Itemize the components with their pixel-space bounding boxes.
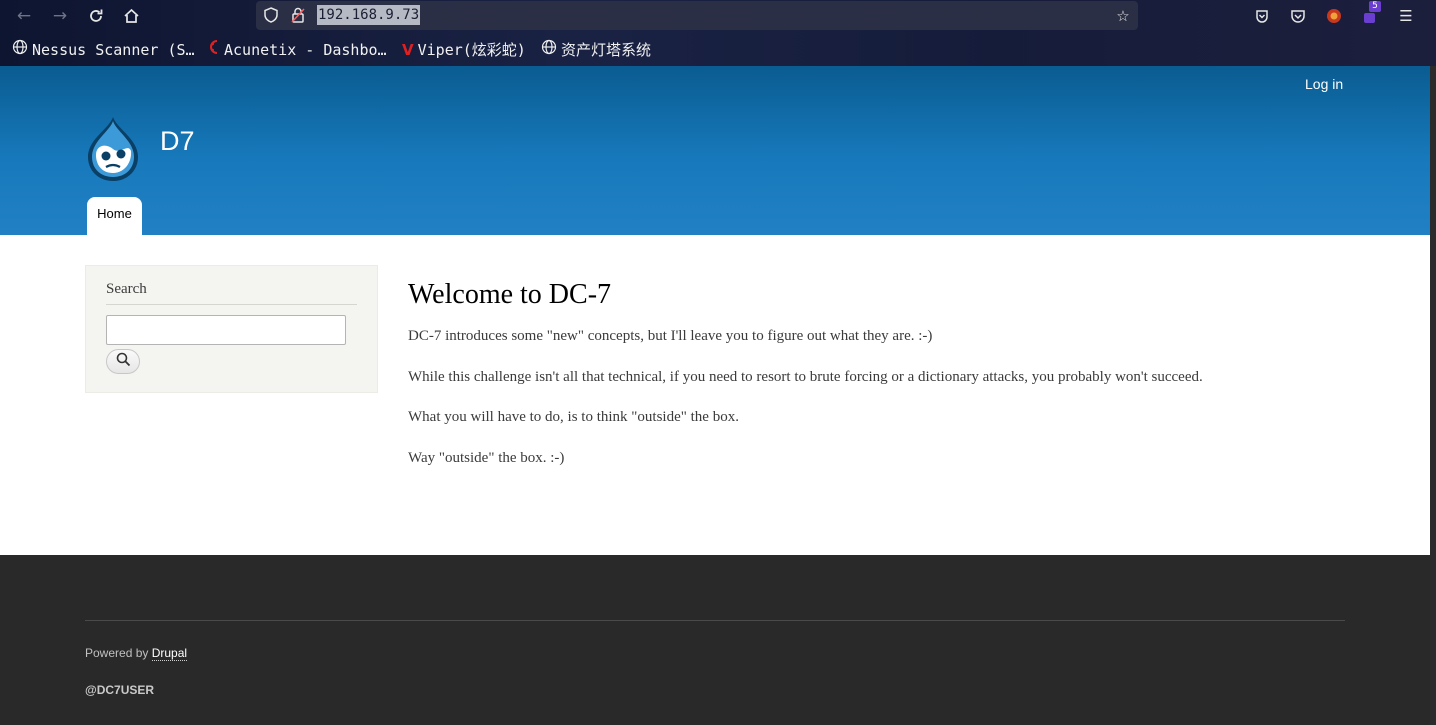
scrollbar[interactable]	[1430, 66, 1436, 725]
menu-icon[interactable]: ☰	[1394, 4, 1418, 28]
save-to-pocket-list-icon[interactable]	[1250, 4, 1274, 28]
site-name[interactable]: D7	[160, 126, 195, 157]
acunetix-icon	[206, 39, 220, 61]
insecure-lock-icon[interactable]	[291, 7, 305, 27]
globe-icon	[12, 39, 28, 61]
globe-icon	[541, 39, 557, 61]
bookmark-label: Viper(炫彩蛇)	[417, 41, 526, 59]
bookmark-asset-tower[interactable]: 资产灯塔系统	[541, 39, 651, 61]
bookmark-label: Acunetix - Dashbo…	[224, 41, 387, 59]
page-title: Welcome to DC-7	[408, 279, 612, 310]
powered-by-text: Powered by	[85, 646, 152, 660]
search-button[interactable]	[106, 349, 140, 374]
site-header	[0, 66, 1430, 235]
footer-user-text: @DC7USER	[85, 683, 155, 697]
body-paragraph: Way "outside" the box. :-)	[408, 450, 565, 466]
site-footer	[0, 555, 1430, 725]
bookmark-acunetix[interactable]: Acunetix - Dashbo…	[206, 39, 387, 61]
url-text[interactable]: 192.168.9.73	[317, 5, 421, 25]
shield-icon[interactable]	[263, 7, 279, 27]
bookmark-viper[interactable]: V Viper(炫彩蛇)	[402, 39, 526, 61]
drupal-logo-icon[interactable]	[84, 115, 142, 183]
body-paragraph: While this challenge isn't all that tech…	[408, 369, 1203, 385]
divider	[106, 304, 357, 305]
powered-by: Powered by Drupal	[85, 646, 188, 661]
login-link[interactable]: Log in	[1305, 76, 1343, 92]
search-block-title: Search	[106, 281, 147, 297]
drupal-link[interactable]: Drupal	[151, 646, 188, 661]
home-icon[interactable]	[119, 4, 143, 28]
extension-badge: 5	[1369, 1, 1381, 12]
reload-icon[interactable]	[84, 4, 108, 28]
tab-home[interactable]: Home	[87, 197, 142, 235]
bookmark-star-icon[interactable]: ☆	[1111, 4, 1135, 28]
hackbar-extension-icon[interactable]	[1322, 4, 1346, 28]
forward-icon[interactable]: →	[48, 4, 72, 28]
bookmark-label: Nessus Scanner (S…	[32, 41, 195, 59]
footer-divider	[85, 620, 1345, 621]
search-input[interactable]	[106, 315, 346, 345]
back-icon[interactable]: ←	[12, 4, 36, 28]
body-paragraph: DC-7 introduces some "new" concepts, but…	[408, 328, 933, 344]
body-paragraph: What you will have to do, is to think "o…	[408, 409, 739, 425]
bookmark-nessus[interactable]: Nessus Scanner (S…	[12, 39, 195, 61]
search-icon	[116, 352, 131, 371]
pocket-icon[interactable]	[1286, 4, 1310, 28]
viper-icon: V	[402, 41, 414, 59]
bookmark-label: 资产灯塔系统	[561, 41, 652, 59]
